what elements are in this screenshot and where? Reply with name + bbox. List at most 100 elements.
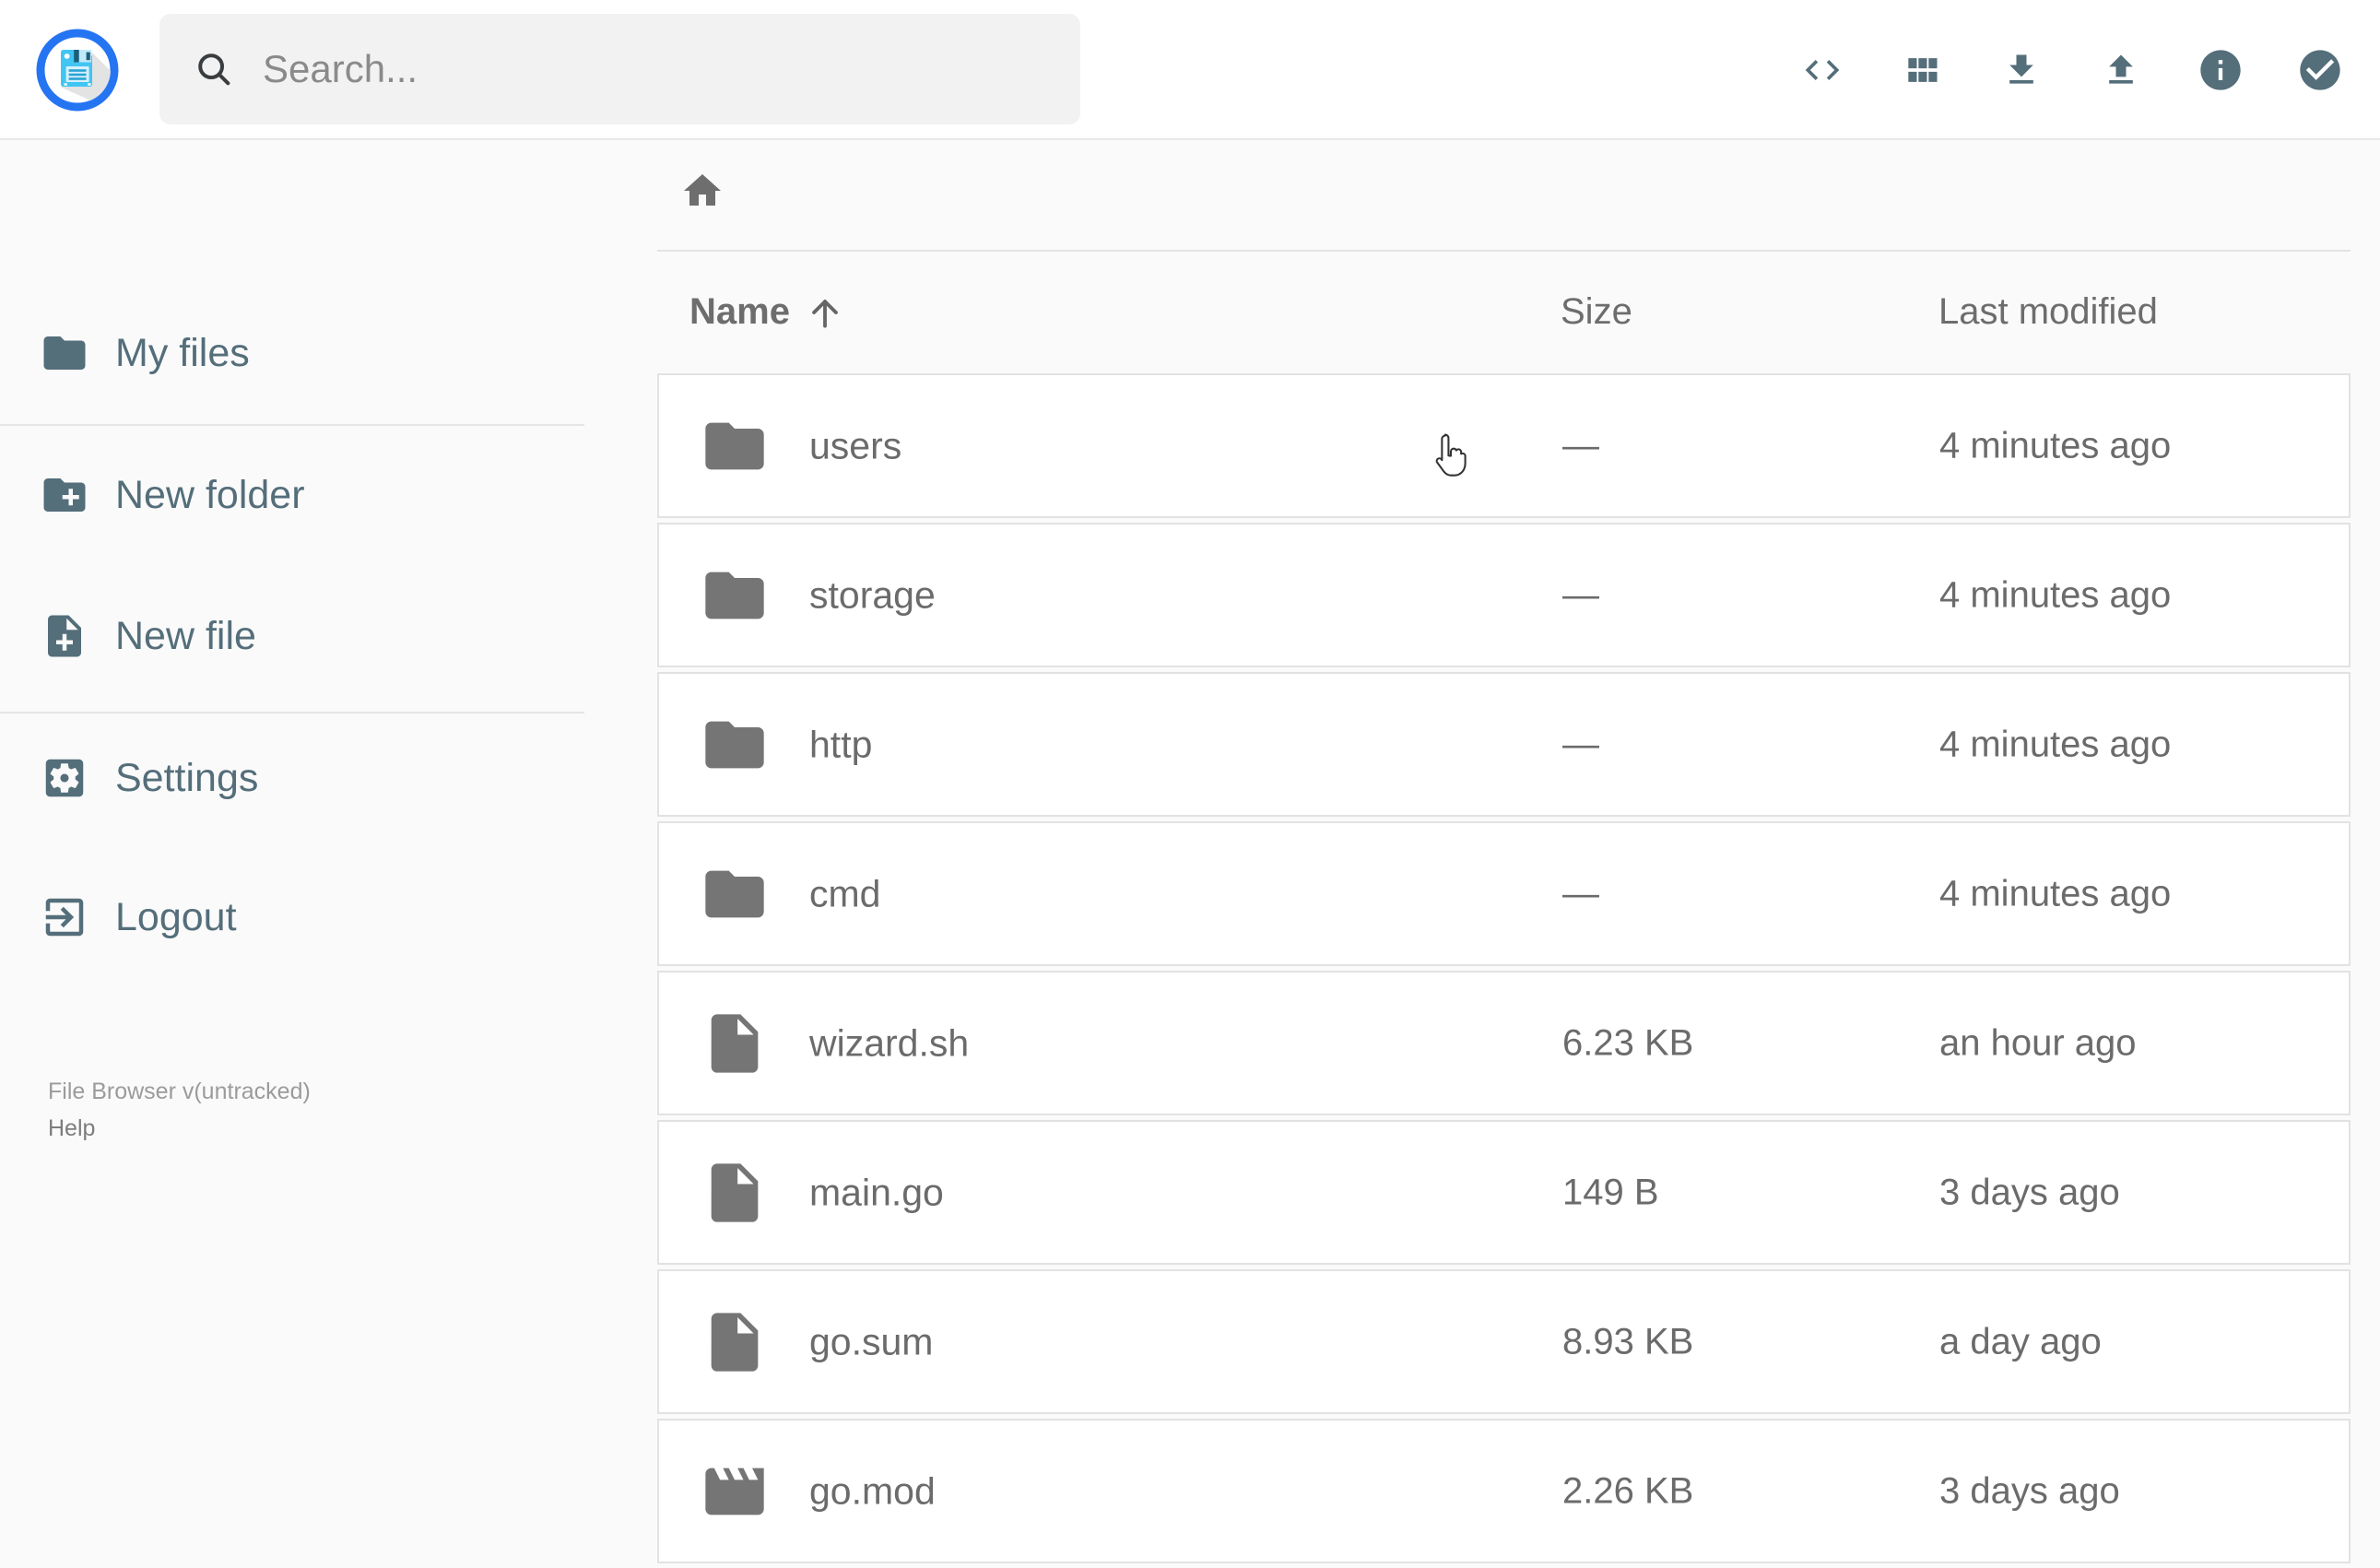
download-button[interactable] [1997, 46, 2045, 94]
breadcrumb-divider [657, 250, 2351, 252]
sidebar-item-label: New folder [115, 472, 305, 517]
sidebar-divider [0, 424, 584, 426]
new-file-icon [48, 615, 81, 657]
upload-button[interactable] [2097, 46, 2145, 94]
folder-icon [700, 560, 770, 631]
file-row[interactable]: go.sum 8.93 KB a day ago [657, 1269, 2351, 1414]
column-header-name[interactable]: Name [689, 288, 790, 336]
file-icon [711, 1162, 759, 1222]
file-name: go.sum [809, 1320, 934, 1362]
file-row[interactable]: users — 4 minutes ago [657, 373, 2351, 518]
sidebar: My files New folder New file Settings Logout… [0, 140, 584, 1530]
file-icon [711, 1013, 759, 1073]
new-file-icon [40, 611, 89, 661]
file-name: http [809, 723, 873, 765]
download-icon [2009, 54, 2033, 84]
file-modified: 4 minutes ago [1939, 574, 2172, 615]
sidebar-item-logout[interactable]: Logout [0, 890, 584, 945]
breadcrumb-home-button[interactable] [680, 169, 725, 213]
app-version-link[interactable]: File Browser v(untracked) [48, 1073, 311, 1110]
file-size: 149 B [1562, 1172, 1659, 1212]
file-name: storage [809, 573, 936, 616]
file-modified: 3 days ago [1939, 1470, 2120, 1511]
file-size: — [1562, 873, 1599, 914]
arrow-up-icon[interactable] [805, 292, 845, 333]
info-button[interactable] [2197, 46, 2245, 94]
folder-icon [705, 721, 764, 768]
file-size: 6.23 KB [1562, 1022, 1694, 1063]
file-modified: a day ago [1939, 1321, 2102, 1362]
sidebar-item-my-files[interactable]: My files [0, 325, 584, 381]
file-size: — [1562, 574, 1599, 615]
topbar-actions [1798, 46, 2344, 94]
code-icon [1805, 60, 1840, 80]
app-logo[interactable] [33, 26, 122, 114]
sidebar-item-settings[interactable]: Settings [0, 750, 584, 806]
info-icon [2200, 50, 2241, 90]
folder-icon [700, 710, 770, 780]
home-icon [684, 174, 721, 206]
folder-icon [700, 411, 770, 481]
folder-icon [43, 336, 86, 370]
file-modified: 4 minutes ago [1939, 425, 2172, 466]
code-button[interactable] [1798, 46, 1846, 94]
folder-icon [700, 859, 770, 929]
file-name: go.mod [809, 1469, 936, 1512]
grid-view-icon [1908, 58, 1938, 82]
file-row[interactable]: go.mod 2.26 KB 3 days ago [657, 1419, 2351, 1563]
grid-view-button[interactable] [1898, 46, 1946, 94]
check-circle-icon [2300, 50, 2340, 90]
file-modified: 4 minutes ago [1939, 724, 2172, 764]
settings-icon [40, 753, 89, 803]
file-size: 2.26 KB [1562, 1470, 1694, 1511]
file-icon [700, 1307, 770, 1377]
movie-icon [700, 1456, 770, 1527]
search-input[interactable]: Search... [159, 14, 1080, 124]
sidebar-item-new-file[interactable]: New file [0, 608, 584, 664]
file-icon [700, 1008, 770, 1079]
topbar: Search... [0, 0, 2380, 140]
file-modified: 3 days ago [1939, 1172, 2120, 1212]
movie-icon [705, 1468, 764, 1515]
floppy-disk-logo-icon [36, 29, 119, 112]
file-icon [711, 1312, 759, 1372]
folder-icon [705, 422, 764, 469]
folder-icon [705, 572, 764, 619]
file-modified: an hour ago [1939, 1022, 2137, 1063]
file-name: cmd [809, 872, 881, 914]
column-header-size[interactable]: Size [1561, 288, 1632, 336]
search-placeholder: Search... [263, 47, 418, 90]
file-row[interactable]: wizard.sh 6.23 KB an hour ago [657, 971, 2351, 1115]
folder-icon [40, 328, 89, 378]
file-size: 8.93 KB [1562, 1321, 1694, 1362]
sidebar-item-label: New file [115, 613, 256, 658]
settings-icon [45, 759, 84, 797]
new-folder-icon [43, 478, 86, 512]
file-row[interactable]: cmd — 4 minutes ago [657, 821, 2351, 966]
file-size: — [1562, 724, 1599, 764]
sidebar-divider [0, 712, 584, 713]
help-link[interactable]: Help [48, 1110, 311, 1147]
file-modified: 4 minutes ago [1939, 873, 2172, 914]
sidebar-item-new-folder[interactable]: New folder [0, 467, 584, 523]
upload-icon [2109, 54, 2133, 84]
select-multiple-button[interactable] [2296, 46, 2344, 94]
sidebar-item-label: Settings [115, 755, 259, 800]
listing-header: Name Size Last modified [657, 288, 2351, 336]
search-icon [193, 48, 235, 90]
column-header-modified[interactable]: Last modified [1938, 288, 2158, 336]
sidebar-item-label: My files [115, 330, 250, 375]
file-name: main.go [809, 1171, 944, 1213]
file-row[interactable]: http — 4 minutes ago [657, 672, 2351, 817]
file-row[interactable]: main.go 149 B 3 days ago [657, 1120, 2351, 1265]
file-size: — [1562, 425, 1599, 466]
folder-icon [705, 870, 764, 917]
file-name: users [809, 424, 902, 466]
listing-rows: users — 4 minutes ago storage — 4 minutes ago… [657, 373, 2351, 1568]
file-icon [700, 1158, 770, 1228]
file-name: wizard.sh [809, 1021, 970, 1064]
sidebar-footer: File Browser v(untracked) Help [48, 1073, 311, 1147]
logout-icon [40, 892, 89, 942]
sidebar-item-label: Logout [115, 894, 237, 939]
file-row[interactable]: storage — 4 minutes ago [657, 523, 2351, 667]
